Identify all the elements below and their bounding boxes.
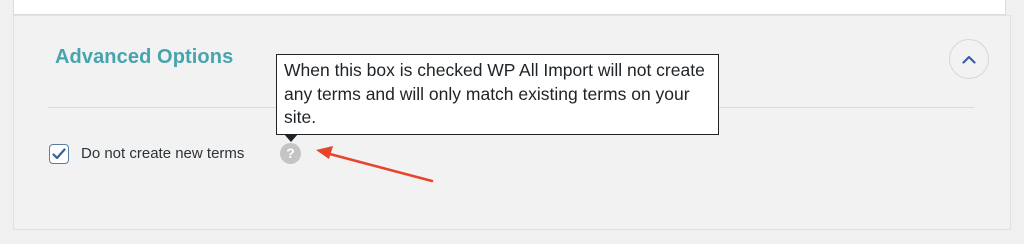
checkbox-label[interactable]: Do not create new terms [81,145,244,162]
tooltip-pointer [284,134,298,142]
section-title: Advanced Options [55,46,234,68]
chevron-up-icon [962,55,976,64]
help-icon[interactable]: ? [280,143,301,164]
tooltip-text: When this box is checked WP All Import w… [284,60,705,127]
do-not-create-terms-checkbox[interactable] [49,144,69,164]
help-tooltip: When this box is checked WP All Import w… [276,54,719,135]
collapse-button[interactable] [949,39,989,79]
checkmark-icon [52,148,66,160]
top-panel-edge [13,0,1006,15]
